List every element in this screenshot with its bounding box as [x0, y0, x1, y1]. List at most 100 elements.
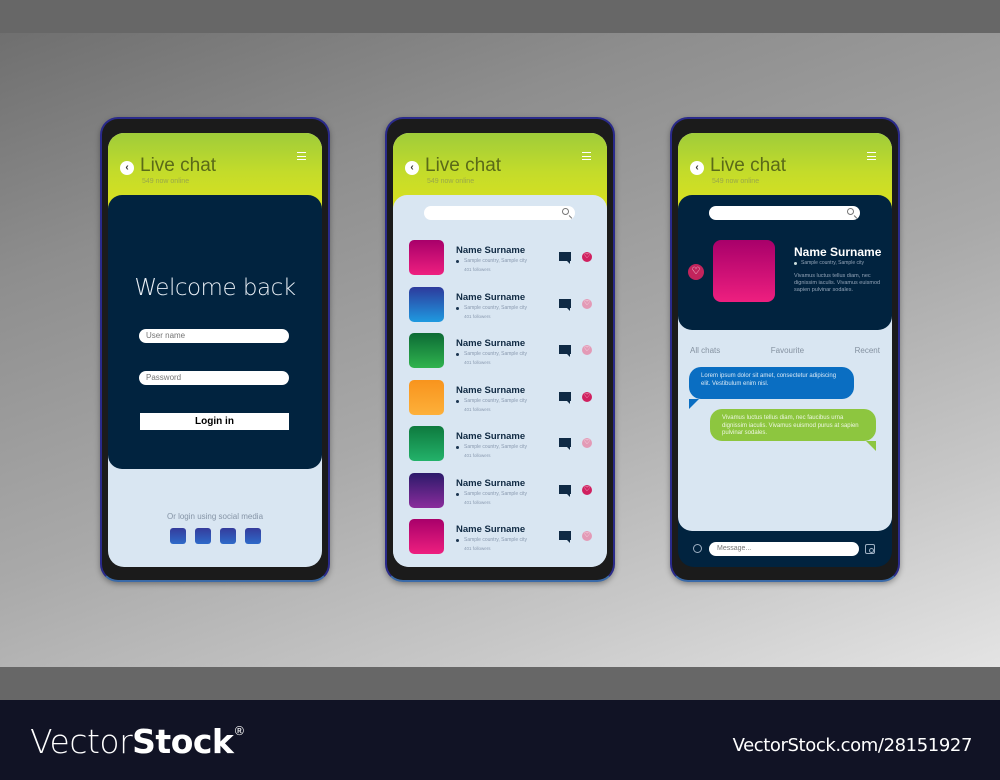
message-bubble-outgoing: Vivamus luctus tellus diam, nec faucibus… [710, 409, 876, 451]
registered-mark: ® [233, 724, 245, 738]
contacts-screen: ‹ Live chat 549 now online Name Surname S… [393, 133, 607, 567]
tab-all-chats[interactable]: All chats [690, 346, 720, 355]
location-pin-icon [456, 260, 459, 263]
search-input[interactable] [709, 206, 860, 220]
location-pin-icon [456, 306, 459, 310]
search-icon[interactable] [847, 208, 854, 215]
contact-followers: 401 followers [464, 406, 491, 412]
heart-icon[interactable]: ♡ [582, 531, 592, 541]
emoji-icon[interactable] [693, 544, 702, 553]
bottom-band [0, 667, 1000, 700]
profile-avatar [713, 240, 775, 302]
contact-name: Name Surname [456, 245, 526, 256]
location-pin-icon [456, 446, 459, 449]
back-button[interactable]: ‹ [690, 161, 704, 175]
chat-bubble-icon[interactable] [559, 438, 571, 450]
contact-avatar [409, 333, 444, 368]
chevron-left-icon: ‹ [410, 162, 414, 173]
social-button-4[interactable] [245, 528, 261, 544]
location-pin-icon [456, 539, 459, 542]
chat-tabs: All chats Favourite Recent [690, 346, 880, 355]
chat-bubble-icon[interactable] [559, 252, 571, 264]
chat-bubble-icon[interactable] [559, 391, 571, 404]
location-pin-icon [794, 262, 797, 265]
contact-row[interactable]: Name Surname Sample country, Sample city 4… [393, 379, 607, 420]
tab-recent[interactable]: Recent [855, 346, 880, 355]
logo-light: Vector [30, 722, 133, 761]
chevron-left-icon: ‹ [695, 162, 699, 173]
contact-name: Name Surname [456, 431, 526, 442]
contact-row[interactable]: Name Surname Sample country, Sample city 4… [393, 333, 607, 373]
camera-icon[interactable] [865, 544, 875, 554]
password-input[interactable] [139, 371, 289, 385]
contact-avatar [409, 240, 444, 275]
image-id: VectorStock.com/28151927 [732, 735, 973, 756]
profile-name: Name Surname [794, 245, 882, 259]
chat-bubble-icon[interactable] [559, 484, 571, 497]
vectorstock-logo: VectorStock® [30, 722, 245, 761]
contact-name: Name Surname [456, 338, 526, 349]
social-button-1[interactable] [170, 528, 186, 544]
back-button[interactable]: ‹ [405, 161, 419, 175]
contact-name: Name Surname [456, 291, 526, 303]
favourite-button[interactable]: ♡ [688, 264, 704, 280]
hamburger-menu-icon[interactable] [867, 152, 876, 160]
tab-favourite[interactable]: Favourite [771, 346, 804, 355]
contact-row[interactable]: Name Surname Sample country, Sample city 4… [393, 472, 607, 513]
location-pin-icon [456, 492, 459, 496]
contact-name: Name Surname [456, 477, 526, 489]
app-title: Live chat [140, 155, 217, 176]
phone-login: ‹ Live chat 549 now online Welcome back … [100, 117, 330, 582]
heart-icon[interactable]: ♡ [582, 391, 592, 402]
heart-icon[interactable]: ♡ [582, 252, 592, 262]
heart-icon[interactable]: ♡ [582, 345, 592, 355]
contact-avatar [409, 472, 444, 508]
phone-chat: ‹ Live chat 549 now online ♡ Name Surnam… [670, 117, 900, 582]
contact-avatar [409, 379, 444, 415]
social-login-label: Or login using social media [166, 512, 264, 521]
heart-icon[interactable]: ♡ [582, 484, 592, 495]
chevron-left-icon: ‹ [125, 162, 129, 173]
username-input[interactable] [139, 329, 289, 343]
logo-bold: Stock [132, 722, 234, 761]
login-button[interactable]: Login in [140, 413, 289, 430]
profile-bio: Vivamus luctus tellus diam, nec dignissi… [794, 273, 881, 293]
contact-followers: 401 followers [464, 453, 491, 458]
contact-followers: 401 followers [464, 546, 491, 551]
social-button-3[interactable] [220, 528, 236, 544]
search-input[interactable] [424, 206, 575, 220]
heart-icon[interactable]: ♡ [582, 298, 592, 309]
hamburger-menu-icon[interactable] [297, 152, 306, 160]
social-button-2[interactable] [195, 528, 211, 544]
contact-avatar [409, 519, 444, 554]
location-pin-icon [456, 353, 459, 356]
contact-row[interactable]: Name Surname Sample country, Sample city 4… [393, 519, 607, 559]
contact-avatar [409, 286, 444, 322]
login-screen: ‹ Live chat 549 now online Welcome back … [108, 133, 322, 567]
contact-row[interactable]: Name Surname Sample country, Sample city 4… [393, 240, 607, 280]
search-icon[interactable] [562, 208, 569, 215]
contact-location: Sample country, Sample city [464, 444, 527, 450]
chat-bubble-icon[interactable] [559, 345, 571, 357]
chat-bubble-icon[interactable] [559, 298, 571, 311]
contact-followers: 401 followers [464, 313, 491, 319]
contact-followers: 401 followers [464, 360, 491, 365]
chat-bubble-icon[interactable] [559, 531, 571, 543]
back-button[interactable]: ‹ [120, 161, 134, 175]
online-count: 549 now online [427, 178, 475, 185]
contact-location: Sample country, Sample city [464, 397, 527, 404]
message-input[interactable] [709, 542, 859, 556]
contact-row[interactable]: Name Surname Sample country, Sample city 4… [393, 426, 607, 466]
message-bubble-incoming: Lorem ipsum dolor sit amet, consectetur … [689, 367, 854, 409]
chat-screen: ‹ Live chat 549 now online ♡ Name Surnam… [678, 133, 892, 567]
top-band [0, 0, 1000, 33]
hamburger-menu-icon[interactable] [582, 152, 591, 160]
contact-location: Sample country, Sample city [464, 258, 527, 264]
contact-row[interactable]: Name Surname Sample country, Sample city 4… [393, 286, 607, 327]
contact-avatar [409, 426, 444, 461]
app-title: Live chat [425, 155, 502, 176]
heart-icon[interactable]: ♡ [582, 438, 592, 448]
contact-name: Name Surname [456, 524, 526, 535]
contact-followers: 401 followers [464, 499, 491, 505]
contact-followers: 401 followers [464, 267, 491, 272]
